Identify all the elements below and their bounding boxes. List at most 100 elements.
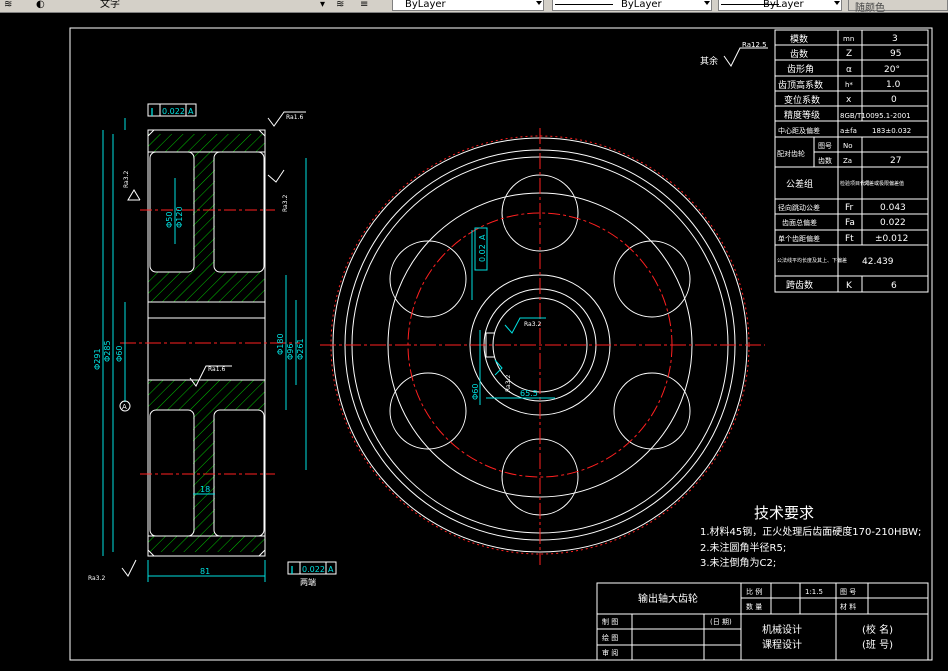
lightening-hole-5	[389, 372, 467, 450]
param-shift-label: 变位系数	[784, 94, 820, 106]
param-addendum-value: 1.0	[886, 80, 901, 90]
title-course-2: 课程设计	[762, 638, 802, 651]
dim-face-width-text: 81	[200, 567, 210, 576]
param-accuracy-label: 精度等级	[784, 109, 820, 121]
param-accuracy-value: 8GB/T10095.1-2001	[840, 112, 911, 120]
rim-hatch-bottom	[148, 536, 265, 552]
tech-line-3: 3.未注倒角为C2;	[700, 556, 776, 569]
param-module-label: 模数	[790, 33, 808, 45]
param-ft-label: 单个齿距偏差	[778, 234, 820, 243]
dim-rim-in-text: Φ180	[276, 333, 285, 355]
param-addendum-label: 齿顶高系数	[778, 79, 823, 91]
dim-hole-text: Φ50	[165, 212, 174, 228]
front-view: 65.5 Φ60 0.02 A Ra3.2 Ra3.2	[320, 128, 765, 565]
title-school: (校 名)	[862, 623, 893, 636]
param-mate-teeth-value: 27	[890, 156, 901, 166]
ra-right: Ra3.2	[282, 195, 289, 212]
param-tolgroup-label: 公差组	[786, 178, 813, 190]
param-mate-label: 配对齿轮	[777, 149, 805, 158]
web-hole-bottom	[149, 409, 195, 537]
tech-line-2: 2.未注圆角半径R5;	[700, 541, 786, 554]
drawing-canvas[interactable]: Φ291 Φ285 Φ60 Φ50 Φ120 Φ180 Φ96 Φ261 81 …	[0, 12, 948, 671]
section-view: Φ291 Φ285 Φ60 Φ50 Φ120 Φ180 Φ96 Φ261 81 …	[88, 103, 337, 587]
dim-rim-out-text: Φ261	[296, 338, 305, 360]
param-shift-sym: x	[846, 95, 852, 105]
title-material-label: 材 料	[840, 602, 856, 611]
param-angle-label: 齿形角	[787, 63, 814, 75]
title-drawing-no-label: 图 号	[840, 588, 856, 596]
dim-d-root-text: Φ285	[103, 340, 112, 362]
ra-top: Ra1.6	[286, 114, 303, 121]
linetype-control-select[interactable]: ByLayer	[552, 0, 712, 11]
param-k-value: 6	[891, 281, 897, 291]
roughness-rest-symbol-icon	[723, 47, 768, 67]
param-k-sym: K	[846, 281, 853, 291]
tol-top-value: 0.022	[162, 107, 185, 116]
param-angle-sym: α	[846, 65, 852, 75]
roughness-symbol-icon	[127, 189, 141, 201]
datum-a-label: A	[122, 403, 127, 411]
param-teeth-sym: Z	[846, 49, 852, 59]
lineweight-control-select[interactable]: ByLayer	[718, 0, 842, 11]
tol-side-value: 0.02	[478, 244, 487, 262]
tech-line-1: 1.材料45钢，正火处理后齿面硬度170-210HBW;	[700, 525, 921, 538]
text-style-icon[interactable]: ◐	[36, 0, 45, 11]
chevron-down-icon	[704, 1, 710, 5]
title-review-label: 审 阅	[602, 648, 618, 657]
web-hole-bottom-r	[213, 409, 265, 537]
title-class: (班 号)	[862, 639, 893, 651]
roughness-rest-value: Ra12.5	[742, 41, 767, 49]
param-mate-teeth-sym: Za	[843, 157, 852, 165]
roughness-symbol-icon	[121, 559, 137, 577]
dim-da-text: Φ291	[93, 348, 102, 370]
title-course-1: 机械设计	[762, 623, 802, 636]
param-teeth-value: 95	[890, 49, 901, 59]
both-ends-note: 两端	[300, 577, 316, 587]
plotstyle-control-select[interactable]: 随颜色	[848, 0, 948, 12]
tol-frame-bottom: ∥ 0.022 A	[287, 561, 337, 575]
tol-bottom-symbol: ∥	[290, 565, 294, 574]
param-mate-teeth-label: 齿数	[818, 156, 832, 165]
param-fr-sym: Fr	[845, 203, 854, 213]
param-wk-label: 公法线平均长度及其上、下偏差	[777, 257, 847, 264]
color-control-select[interactable]: ByLayer	[392, 0, 544, 11]
title-scale-value: 1:1.5	[805, 588, 823, 596]
web-hatch-top	[193, 152, 215, 272]
layer-states-icon[interactable]: ≋	[4, 0, 12, 11]
parameter-table: 模数 mn 3 齿数 Z 95 齿形角 α 20° 齿顶高系数 h* 1.0 变…	[774, 29, 929, 293]
param-addendum-sym: h*	[845, 81, 853, 89]
title-check-label: 绘 图	[602, 633, 618, 642]
roughness-symbol-icon	[267, 169, 285, 183]
chevron-down-icon	[536, 1, 542, 5]
text-style-label[interactable]: 文字	[100, 0, 120, 11]
param-teeth-label: 齿数	[790, 48, 808, 60]
lineweight-control-value: ByLayer	[763, 0, 804, 10]
param-fr-value: 0.043	[880, 203, 906, 213]
layer-manager-icon[interactable]: ≋	[336, 0, 344, 11]
tol-top-symbol: ∥	[150, 107, 154, 116]
tol-bottom-datum: A	[328, 565, 334, 574]
linetype-control-value: ByLayer	[621, 0, 662, 10]
tech-title: 技术要求	[754, 504, 814, 522]
param-center-value: 183±0.032	[872, 127, 911, 135]
param-angle-value: 20°	[884, 65, 900, 75]
tol-frame-top: ∥ 0.022 A	[147, 103, 197, 117]
roughness-rest-label: 其余	[700, 55, 718, 67]
param-mate-drawing-sym: No	[843, 142, 853, 150]
param-wk-value: 42.439	[862, 257, 894, 267]
dim-hole2-text: Φ120	[175, 206, 184, 228]
dim-bore-side-text: Φ60	[471, 384, 480, 400]
param-k-label: 跨齿数	[786, 279, 813, 291]
title-part-name: 输出轴大齿轮	[638, 592, 698, 605]
tol-bottom-value: 0.022	[302, 565, 325, 574]
dim-hub-text: Φ96	[286, 344, 295, 360]
lightening-hole-6	[389, 240, 467, 318]
layer-previous-icon[interactable]: ≡	[360, 0, 368, 11]
param-shift-value: 0	[891, 95, 897, 105]
web-hatch-bottom	[193, 410, 215, 536]
param-tolgroup-value: 公差或极限偏差值	[864, 180, 904, 187]
dropdown-arrow-icon[interactable]: ▾	[320, 0, 325, 11]
tol-top-datum: A	[188, 107, 194, 116]
param-center-label: 中心距及偏差	[778, 126, 820, 135]
param-fa-sym: Fa	[845, 218, 855, 228]
